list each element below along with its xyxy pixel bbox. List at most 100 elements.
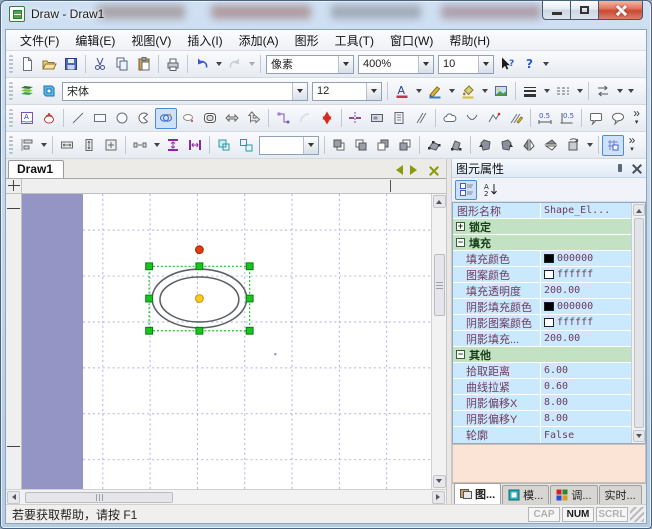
connector-tool-button[interactable] xyxy=(272,108,294,129)
rotate-left-button[interactable] xyxy=(474,135,496,156)
spacing-dropdown[interactable] xyxy=(151,135,162,156)
line-color-button[interactable] xyxy=(424,81,446,102)
curve-tool-button[interactable] xyxy=(294,108,316,129)
category-row[interactable]: −其他 xyxy=(453,347,631,363)
help-button[interactable]: ? xyxy=(518,54,540,75)
edit-points-button[interactable] xyxy=(423,135,445,156)
copy-button[interactable] xyxy=(111,54,133,75)
tab-scroll-right-icon[interactable] xyxy=(410,165,422,175)
undo-button[interactable] xyxy=(191,54,213,75)
property-row[interactable]: 阴影填充...200.00 xyxy=(453,331,631,347)
minimize-button[interactable] xyxy=(542,1,571,20)
expand-icon[interactable]: + xyxy=(456,222,465,231)
polyline-tool-button[interactable] xyxy=(483,108,505,129)
undo-dropdown[interactable] xyxy=(213,54,224,75)
line-style-button[interactable] xyxy=(552,81,574,102)
line-style-dropdown[interactable] xyxy=(574,81,585,102)
center-horizontal-button[interactable] xyxy=(184,135,206,156)
vertical-scroll-thumb[interactable] xyxy=(434,254,445,316)
category-row[interactable]: −填充 xyxy=(453,235,631,251)
property-row[interactable]: 曲线拉紧0.60 xyxy=(453,379,631,395)
context-help-button[interactable]: ? xyxy=(496,54,518,75)
bring-forward-button[interactable] xyxy=(372,135,394,156)
ellipse-tool-button[interactable] xyxy=(155,108,177,129)
arrow-style-button[interactable] xyxy=(592,81,614,102)
line-color-dropdown[interactable] xyxy=(446,81,457,102)
property-row[interactable]: 拾取距离6.00 xyxy=(453,363,631,379)
line-width-dropdown[interactable] xyxy=(541,81,552,102)
group-button[interactable] xyxy=(213,135,235,156)
maximize-button[interactable] xyxy=(571,1,599,20)
text-image-button[interactable]: A xyxy=(16,108,38,129)
category-row[interactable]: +锁定 xyxy=(453,219,631,235)
tab-realtime[interactable]: 实时... xyxy=(599,485,642,504)
tab-properties[interactable]: 图... xyxy=(454,483,501,504)
toolbar-grip[interactable] xyxy=(9,136,13,154)
horizontal-scroll-thumb[interactable] xyxy=(25,492,173,503)
toolbar-grip[interactable] xyxy=(9,82,13,100)
zoom-combobox[interactable]: 400% xyxy=(358,55,434,74)
collapse-icon[interactable]: − xyxy=(456,350,465,359)
gallery-button[interactable] xyxy=(16,81,38,102)
free-rotate-button[interactable] xyxy=(562,135,584,156)
same-size-button[interactable] xyxy=(100,135,122,156)
property-row[interactable]: 阴影图案颜色ffffff xyxy=(453,315,631,331)
callout-ellipse-button[interactable] xyxy=(607,108,629,129)
toolbar-overflow-button[interactable]: »▾ xyxy=(624,135,640,155)
send-backward-button[interactable] xyxy=(394,135,416,156)
scroll-up-icon[interactable] xyxy=(433,195,446,208)
scroll-right-icon[interactable] xyxy=(432,491,445,504)
same-height-button[interactable] xyxy=(78,135,100,156)
image-fill-button[interactable] xyxy=(490,81,512,102)
same-width-button[interactable] xyxy=(56,135,78,156)
freehand-tool-button[interactable] xyxy=(505,108,527,129)
categorized-view-button[interactable] xyxy=(455,180,477,200)
fill-color-dropdown[interactable] xyxy=(479,81,490,102)
rotation-handle-dot[interactable] xyxy=(195,246,203,254)
hatch-lines-button[interactable] xyxy=(410,108,432,129)
dimension-v-button[interactable]: 0.5 xyxy=(556,108,578,129)
scroll-down-icon[interactable] xyxy=(433,475,446,488)
branch-arrow-tool-button[interactable] xyxy=(243,108,265,129)
font-color-dropdown[interactable] xyxy=(413,81,424,102)
combo-dropdown-icon[interactable] xyxy=(366,83,381,100)
combo-dropdown-icon[interactable] xyxy=(292,83,307,100)
tab-palette[interactable]: 调... xyxy=(550,485,597,504)
star-tool-button[interactable] xyxy=(316,108,338,129)
menu-add[interactable]: 添加(A) xyxy=(231,30,287,51)
collapse-icon[interactable]: − xyxy=(456,238,465,247)
dimension-h-button[interactable]: 0.5 xyxy=(534,108,556,129)
callout-rect-button[interactable] xyxy=(585,108,607,129)
menu-edit[interactable]: 编辑(E) xyxy=(67,30,123,51)
split-horizontal-button[interactable] xyxy=(344,108,366,129)
font-combobox[interactable]: 宋体 xyxy=(62,82,308,101)
line-width-button[interactable] xyxy=(519,81,541,102)
font-color-button[interactable]: A xyxy=(391,81,413,102)
tab-scroll-left-icon[interactable] xyxy=(391,165,403,175)
menu-shape[interactable]: 图形 xyxy=(287,30,327,51)
reshape-button[interactable] xyxy=(445,135,467,156)
center-point-dot[interactable] xyxy=(195,295,203,303)
ungroup-button[interactable] xyxy=(235,135,257,156)
canvas-vertical-scrollbar[interactable] xyxy=(431,194,446,489)
double-arrow-tool-button[interactable] xyxy=(221,108,243,129)
print-button[interactable] xyxy=(162,54,184,75)
center-vertical-button[interactable] xyxy=(162,135,184,156)
resize-grip[interactable] xyxy=(630,507,644,522)
align-dropdown[interactable] xyxy=(38,135,49,156)
combo-dropdown-icon[interactable] xyxy=(338,56,353,73)
rotate-right-button[interactable] xyxy=(496,135,518,156)
drawing-canvas[interactable] xyxy=(22,194,431,489)
combo-dropdown-icon[interactable] xyxy=(303,137,318,154)
bring-to-front-button[interactable] xyxy=(328,135,350,156)
layer-combobox[interactable] xyxy=(259,136,319,155)
toolbar-overflow-button[interactable]: »▾ xyxy=(629,108,644,128)
rectangle-tool-button[interactable] xyxy=(89,108,111,129)
save-button[interactable] xyxy=(60,54,82,75)
toolbar-options-dropdown[interactable] xyxy=(540,54,551,75)
property-row[interactable]: 轮廓False xyxy=(453,427,631,443)
document-tab-draw1[interactable]: Draw1 xyxy=(8,160,64,178)
line-tool-button[interactable] xyxy=(67,108,89,129)
canvas-horizontal-scrollbar[interactable] xyxy=(6,489,446,504)
grid-scroll-thumb[interactable] xyxy=(634,218,644,428)
